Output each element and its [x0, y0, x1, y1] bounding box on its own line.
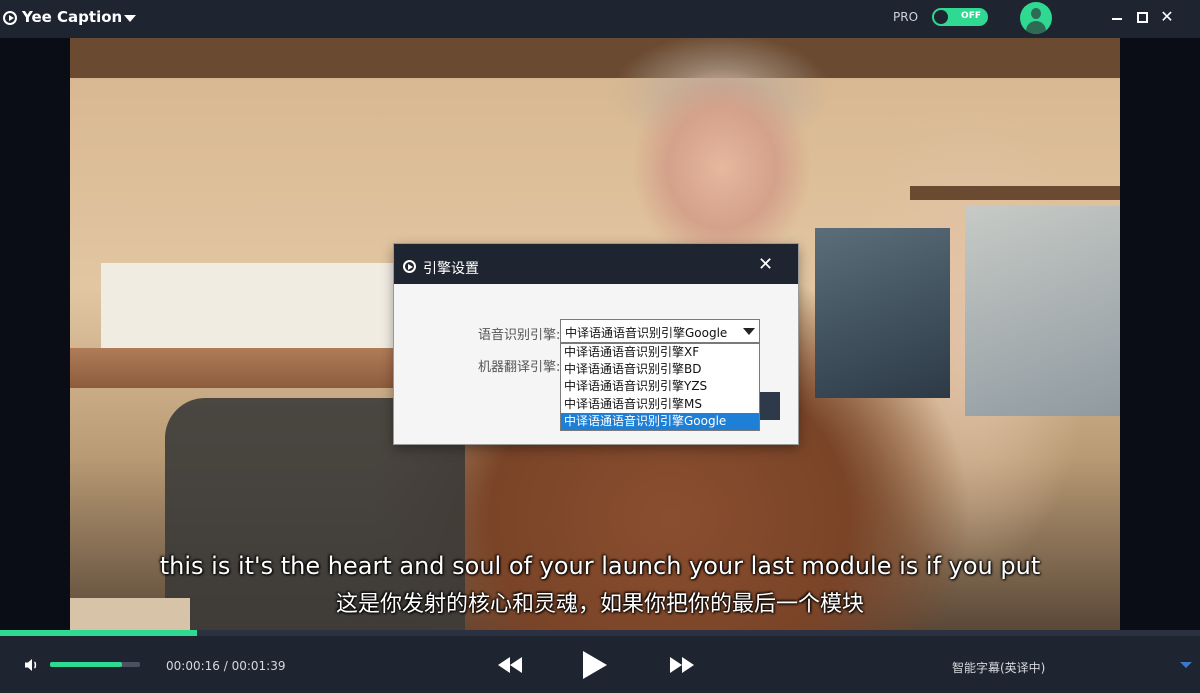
video-bg-railing: [70, 348, 400, 388]
avatar-body: [1026, 21, 1046, 34]
dropdown-option[interactable]: 中译语通语音识别引擎XF: [561, 344, 759, 361]
avatar-head: [1031, 8, 1041, 19]
dialog-title: 引擎设置: [423, 261, 479, 277]
toggle-knob: [934, 10, 948, 24]
dialog-header: 引擎设置 ✕: [394, 244, 798, 284]
toggle-state-label: OFF: [961, 11, 981, 21]
time-display: 00:00:16 / 00:01:39: [166, 659, 285, 673]
select-arrow-icon: [743, 328, 755, 335]
speech-engine-dropdown: 中译语通语音识别引擎XF 中译语通语音识别引擎BD 中译语通语音识别引擎YZS 中译语…: [560, 343, 760, 431]
confirm-button[interactable]: [758, 392, 780, 420]
app-logo-icon: [3, 11, 17, 25]
pro-label: PRO: [893, 10, 919, 24]
app-menu-chevron-icon[interactable]: [124, 15, 136, 22]
speech-engine-label: 语音识别引擎:: [478, 328, 561, 343]
caption-mode-label[interactable]: 智能字幕(英译中): [952, 659, 1045, 676]
current-time: 00:00:16: [166, 659, 220, 673]
dropdown-option[interactable]: 中译语通语音识别引擎YZS: [561, 378, 759, 395]
translate-engine-label: 机器翻译引擎:: [478, 360, 561, 375]
close-icon[interactable]: ✕: [1160, 9, 1174, 25]
pro-toggle[interactable]: OFF: [932, 8, 988, 26]
title-bar: Yee Caption PRO OFF ✕: [0, 0, 1200, 38]
engine-settings-dialog: 引擎设置 ✕ 语音识别引擎: 机器翻译引擎: 中译语通语音识别引擎Google …: [394, 244, 798, 444]
video-bg-painting-2: [965, 206, 1120, 416]
app-title: Yee Caption: [22, 8, 123, 26]
speech-engine-select[interactable]: 中译语通语音识别引擎Google: [560, 319, 760, 343]
total-time: 00:01:39: [231, 659, 286, 673]
dropdown-option[interactable]: 中译语通语音识别引擎BD: [561, 361, 759, 378]
fast-forward-icon[interactable]: [669, 656, 695, 674]
time-separator: /: [219, 659, 232, 673]
caption-mode-chevron-icon[interactable]: [1180, 662, 1192, 668]
maximize-icon[interactable]: [1135, 10, 1149, 24]
video-bg-beam: [910, 186, 1120, 200]
video-bg-painting: [815, 228, 950, 398]
speech-engine-value: 中译语通语音识别引擎Google: [565, 326, 728, 340]
play-icon[interactable]: [582, 650, 608, 680]
volume-icon[interactable]: [24, 657, 40, 673]
dialog-close-icon[interactable]: ✕: [758, 256, 773, 274]
volume-fill: [50, 662, 122, 667]
dropdown-option[interactable]: 中译语通语音识别引擎MS: [561, 396, 759, 413]
subtitle-english: this is it's the heart and soul of your …: [159, 552, 1041, 580]
dropdown-option[interactable]: 中译语通语音识别引擎Google: [561, 412, 759, 430]
volume-slider[interactable]: [50, 662, 140, 667]
user-avatar[interactable]: [1020, 2, 1052, 34]
subtitle-chinese: 这是你发射的核心和灵魂，如果你把你的最后一个模块: [335, 592, 864, 617]
rewind-icon[interactable]: [497, 656, 523, 674]
progress-bar[interactable]: [0, 630, 1200, 636]
dialog-logo-icon: [403, 260, 416, 273]
minimize-icon[interactable]: [1110, 10, 1124, 24]
progress-fill: [0, 630, 197, 636]
